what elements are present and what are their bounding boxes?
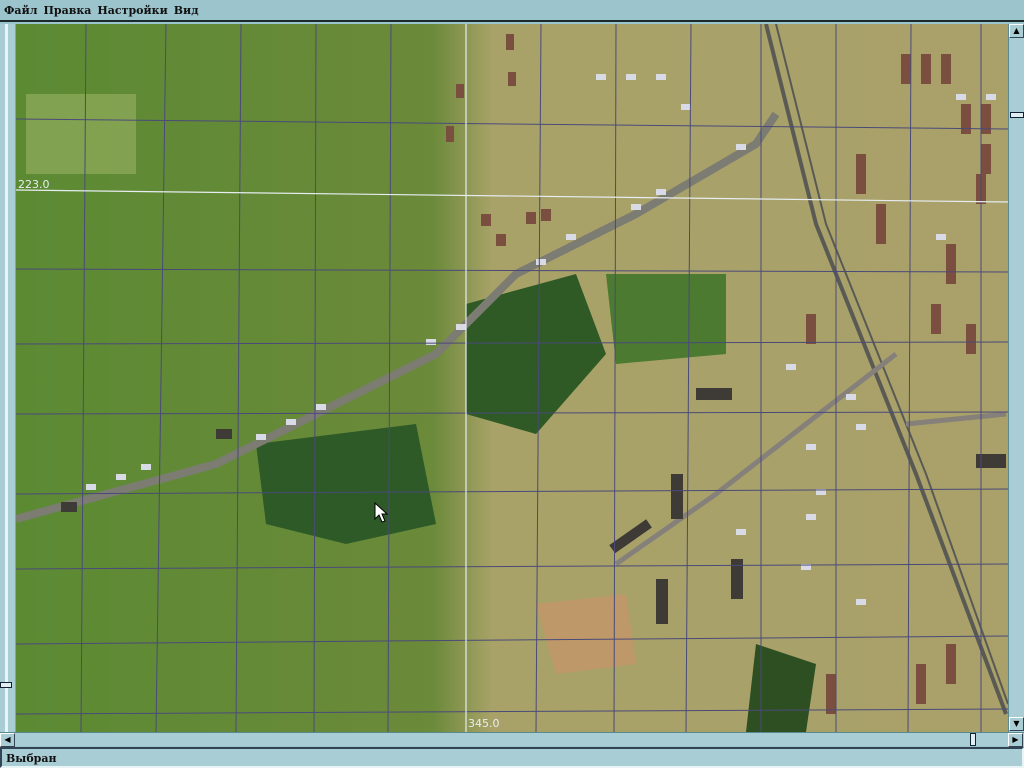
y-coordinate-label: 223.0 bbox=[18, 178, 50, 191]
terrain-map[interactable] bbox=[16, 24, 1008, 732]
left-scrollbar[interactable] bbox=[0, 24, 16, 732]
status-text: Выбран bbox=[6, 752, 57, 765]
field bbox=[26, 94, 136, 174]
scroll-track bbox=[5, 24, 8, 732]
forest bbox=[256, 424, 436, 544]
vertical-scroll-thumb[interactable] bbox=[1010, 112, 1024, 118]
menu-file[interactable]: Файл bbox=[4, 4, 37, 17]
vertical-scrollbar[interactable]: ▲ ▼ bbox=[1008, 24, 1024, 732]
x-coordinate-label: 345.0 bbox=[468, 717, 500, 730]
horizontal-scrollbar[interactable]: ◀ ▶ bbox=[0, 732, 1024, 747]
menu-bar: Файл Правка Настройки Вид bbox=[0, 0, 1024, 22]
menu-edit[interactable]: Правка bbox=[43, 4, 91, 17]
horizontal-scroll-thumb[interactable] bbox=[970, 733, 976, 746]
scroll-left-button[interactable]: ◀ bbox=[0, 733, 15, 747]
scroll-up-button[interactable]: ▲ bbox=[1009, 24, 1024, 38]
scroll-right-button[interactable]: ▶ bbox=[1008, 733, 1023, 747]
map-view[interactable]: 223.0 345.0 bbox=[16, 24, 1008, 732]
status-bar: Выбран bbox=[0, 747, 1024, 768]
mouse-cursor-icon bbox=[374, 502, 389, 523]
menu-view[interactable]: Вид bbox=[174, 4, 199, 17]
scroll-thumb[interactable] bbox=[0, 682, 12, 688]
scroll-down-button[interactable]: ▼ bbox=[1009, 717, 1024, 731]
menu-settings[interactable]: Настройки bbox=[97, 4, 167, 17]
field bbox=[606, 274, 726, 364]
